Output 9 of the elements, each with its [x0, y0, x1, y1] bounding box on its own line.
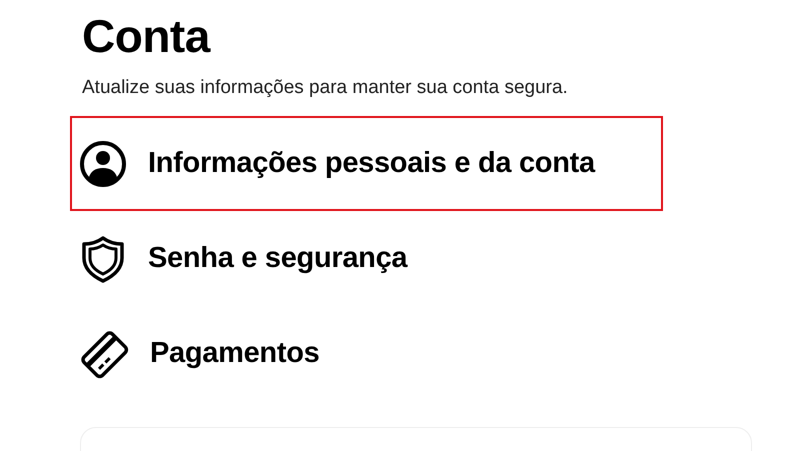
menu-item[interactable]: Pagamentos	[70, 306, 663, 401]
page-subtitle: Atualize suas informações para manter sua conta segura.	[82, 76, 568, 100]
menu-item-label: Senha e segurança	[148, 242, 408, 275]
menu-item-label: Pagamentos	[150, 337, 320, 370]
menu-item-label: Informações pessoais e da conta	[148, 147, 595, 180]
page-title: Conta	[82, 12, 210, 60]
person-icon	[78, 138, 128, 188]
menu-item[interactable]: Senha e segurança	[70, 211, 663, 306]
menu-item[interactable]: Informações pessoais e da conta	[70, 116, 663, 211]
